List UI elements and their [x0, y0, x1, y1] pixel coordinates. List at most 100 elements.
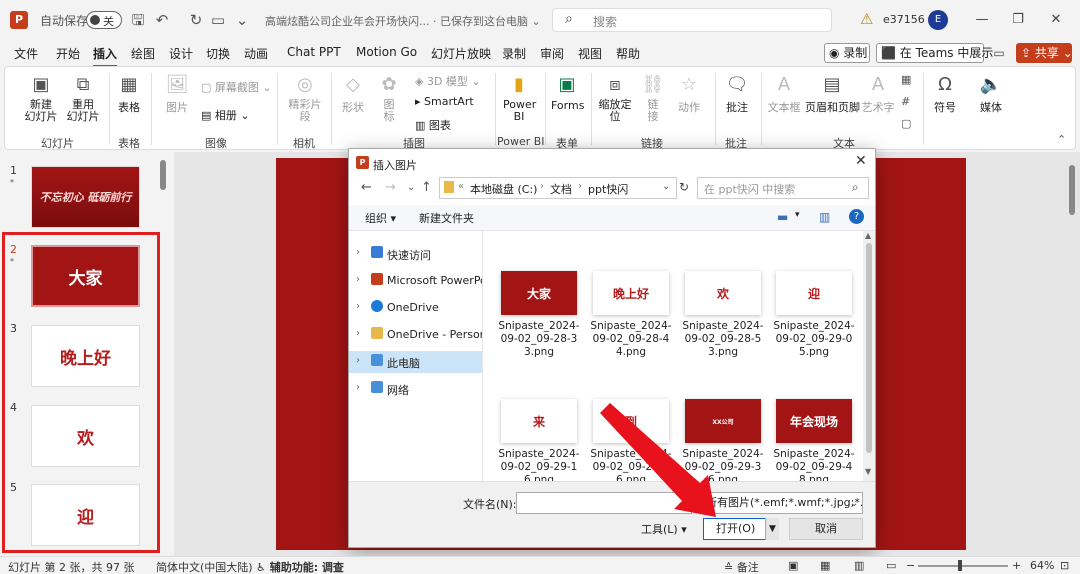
link-button[interactable]: ⛓ 链 接	[641, 73, 665, 123]
tab-file[interactable]: 文件	[14, 45, 38, 62]
slideshow-icon[interactable]: ▭	[886, 559, 896, 572]
file-item[interactable]: 来 Snipaste_2024-09-02_09-29-16.png	[497, 399, 581, 481]
address-bar[interactable]: « 本地磁盘 (C:) › 文档 › ppt快闪 ⌄	[439, 177, 677, 199]
3d-model-button[interactable]: ◈ 3D 模型 ⌄	[415, 73, 481, 89]
date-time-icon[interactable]: ▦	[901, 73, 911, 86]
zoom-slider-handle[interactable]	[958, 560, 962, 571]
comment-button[interactable]: 🗨 批注	[723, 73, 751, 115]
smartart-button[interactable]: ▸ SmartArt	[415, 95, 474, 108]
nav-item-onedrive[interactable]: › OneDrive	[349, 297, 482, 319]
file-item[interactable]: 大家 Snipaste_2024-09-02_09-28-33.png	[497, 271, 581, 359]
scrollbar-thumb[interactable]	[866, 243, 872, 453]
dialog-search-input[interactable]: 在 ppt快闪 中搜索 ⌕	[697, 177, 869, 199]
recent-locations-icon[interactable]: ⌄	[407, 182, 415, 193]
language-status[interactable]: 简体中文(中国大陆)	[156, 559, 253, 574]
organize-button[interactable]: 组织 ▾	[365, 210, 396, 226]
tab-animations[interactable]: 动画	[244, 45, 268, 62]
album-button[interactable]: ▤ 相册 ⌄	[201, 107, 250, 123]
zoom-level[interactable]: 64%	[1030, 559, 1054, 572]
chevron-down-icon[interactable]: ⌄	[662, 181, 670, 192]
nav-item-network[interactable]: › 网络	[349, 378, 482, 400]
user-name[interactable]: e37156	[883, 13, 925, 26]
search-box[interactable]: ⌕ 搜索	[552, 8, 832, 32]
header-footer-button[interactable]: ▤ 页眉和页脚	[805, 73, 860, 115]
help-icon[interactable]: ?	[849, 209, 864, 224]
powerbi-button[interactable]: ▮ Power BI	[503, 73, 536, 123]
customize-quick-access-icon[interactable]: ⌄	[232, 10, 252, 30]
file-item[interactable]: 迎 Snipaste_2024-09-02_09-29-05.png	[772, 271, 856, 359]
undo-icon[interactable]: ↶	[152, 10, 172, 30]
chevron-down-icon[interactable]: ▾	[795, 210, 800, 220]
tab-slideshow[interactable]: 幻灯片放映	[431, 45, 491, 62]
tab-insert[interactable]: 插入	[93, 45, 118, 67]
table-button[interactable]: ▦ 表格	[115, 73, 143, 115]
comments-icon[interactable]: ▭	[988, 43, 1010, 63]
redo-icon[interactable]: ↻	[186, 10, 206, 30]
slide-number-icon[interactable]: #	[901, 95, 910, 108]
zoom-button[interactable]: ⧈ 缩放定 位	[597, 73, 633, 123]
nav-item-onedrive-personal[interactable]: › OneDrive - Personal	[349, 324, 482, 346]
chart-button[interactable]: ▥ 图表	[415, 117, 451, 133]
tab-draw[interactable]: 绘图	[131, 45, 155, 62]
close-icon[interactable]: ✕	[855, 153, 867, 169]
icons-button[interactable]: ✿ 图 标	[377, 73, 401, 123]
reuse-slide-button[interactable]: ⧉ 重用 幻灯片	[65, 73, 101, 123]
open-options-dropdown[interactable]: ▼	[765, 518, 779, 540]
tab-transitions[interactable]: 切换	[206, 45, 230, 62]
tab-chatppt[interactable]: Chat PPT	[287, 45, 341, 59]
present-in-teams-button[interactable]: ⬛ 在 Teams 中展示	[876, 43, 993, 63]
start-presentation-icon[interactable]: ▭	[208, 10, 228, 30]
new-folder-button[interactable]: 新建文件夹	[419, 210, 474, 226]
textbox-button[interactable]: A 文本框	[767, 73, 801, 115]
tab-view[interactable]: 视图	[578, 45, 602, 62]
close-icon[interactable]: ✕	[1044, 8, 1068, 32]
file-item[interactable]: 欢 Snipaste_2024-09-02_09-28-53.png	[681, 271, 765, 359]
screenshot-button[interactable]: ▢ 屏幕截图 ⌄	[201, 79, 272, 95]
minimize-icon[interactable]: —	[970, 8, 994, 32]
up-arrow-icon[interactable]: ↑	[421, 180, 432, 195]
tab-record[interactable]: 录制	[502, 45, 526, 62]
view-options-icon[interactable]: ▬	[777, 210, 788, 224]
tab-review[interactable]: 审阅	[540, 45, 564, 62]
normal-view-icon[interactable]: ▣	[788, 559, 798, 572]
slide-thumbnail[interactable]: 不忘初心 砥砺前行	[31, 166, 140, 228]
forward-arrow-icon[interactable]: →	[385, 180, 396, 195]
reading-view-icon[interactable]: ▥	[854, 559, 864, 572]
collapse-ribbon-icon[interactable]: ⌃	[1057, 133, 1066, 146]
zoom-slider[interactable]	[918, 565, 1008, 567]
accessibility-status[interactable]: ♿ 辅助功能: 调查	[256, 559, 344, 574]
editor-scrollbar[interactable]	[1069, 165, 1075, 215]
preview-pane-icon[interactable]: ▥	[819, 210, 830, 224]
record-button[interactable]: ◉ 录制	[824, 43, 870, 63]
nav-item-powerpoint[interactable]: › Microsoft PowerPoint	[349, 270, 482, 292]
back-arrow-icon[interactable]: ←	[361, 180, 372, 195]
refresh-icon[interactable]: ↻	[679, 180, 689, 194]
tab-motiongo[interactable]: Motion Go	[356, 45, 417, 59]
restore-icon[interactable]: ❐	[1006, 8, 1030, 32]
cancel-button[interactable]: 取消	[789, 518, 863, 540]
nav-item-this-pc[interactable]: › 此电脑	[349, 351, 482, 373]
breadcrumb-documents[interactable]: 文档	[550, 181, 572, 197]
media-button[interactable]: 🔈 媒体	[977, 73, 1005, 115]
document-title[interactable]: 高端炫酷公司企业年会开场快闪... · 已保存到这台电脑 ⌄	[265, 13, 541, 29]
save-icon[interactable]: 🖫	[128, 10, 148, 30]
shapes-button[interactable]: ◇ 形状	[339, 73, 367, 115]
forms-button[interactable]: ▣ Forms	[551, 73, 584, 112]
wordart-button[interactable]: A 艺术字	[861, 73, 895, 115]
picture-button[interactable]: 🖼 图片	[163, 73, 191, 115]
tab-help[interactable]: 帮助	[616, 45, 640, 62]
slide-sorter-icon[interactable]: ▦	[820, 559, 830, 572]
tab-home[interactable]: 开始	[56, 45, 80, 62]
new-slide-button[interactable]: ▣ 新建 幻灯片	[23, 73, 59, 123]
share-button[interactable]: ⇪ 共享 ⌄	[1016, 43, 1073, 63]
symbol-button[interactable]: Ω 符号	[931, 73, 959, 115]
fit-to-window-icon[interactable]: ⊡	[1060, 559, 1069, 572]
zoom-in-icon[interactable]: +	[1012, 559, 1021, 572]
notes-button[interactable]: ≙ 备注	[724, 559, 759, 574]
warning-icon[interactable]: ⚠	[860, 10, 873, 28]
action-button[interactable]: ☆ 动作	[675, 73, 703, 115]
autosave-toggle[interactable]: 关	[86, 11, 122, 29]
tab-design[interactable]: 设计	[169, 45, 193, 62]
file-item[interactable]: 年会现场 Snipaste_2024-09-02_09-29-48.png	[772, 399, 856, 481]
slide-count-status[interactable]: 幻灯片 第 2 张，共 97 张	[8, 559, 134, 574]
